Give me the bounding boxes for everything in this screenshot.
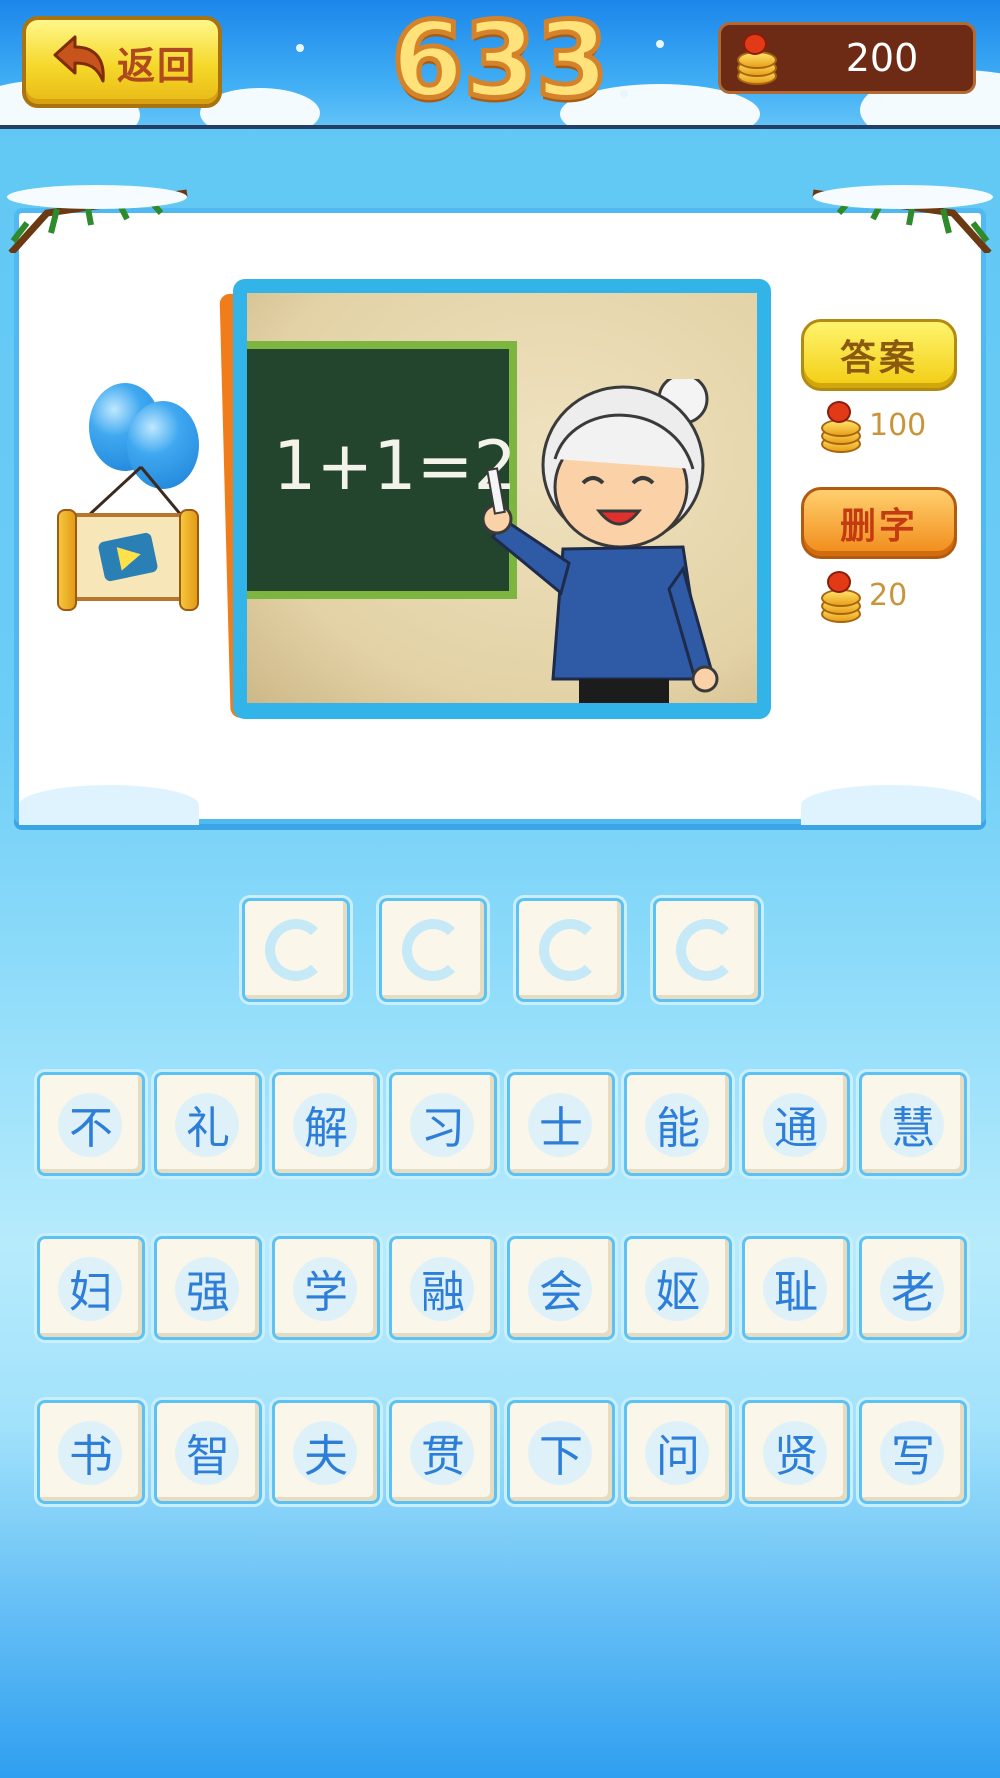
blackboard: 1+1=2 bbox=[247, 341, 517, 599]
character-tile[interactable]: 不 bbox=[37, 1072, 145, 1176]
character-text: 下 bbox=[539, 1431, 583, 1482]
answer-slot-2[interactable] bbox=[379, 898, 487, 1002]
character-text: 妇 bbox=[69, 1267, 113, 1318]
character-tile[interactable]: 耻 bbox=[742, 1236, 850, 1340]
remove-character-label: 删字 bbox=[839, 506, 918, 547]
delete-cost: 20 bbox=[815, 571, 908, 623]
character-tile[interactable]: 夫 bbox=[272, 1400, 380, 1504]
character-tile[interactable]: 下 bbox=[507, 1400, 615, 1504]
empty-slot-icon bbox=[676, 919, 738, 981]
character-text: 写 bbox=[891, 1431, 935, 1482]
coin-stack-icon bbox=[815, 401, 863, 453]
character-tile[interactable]: 贯 bbox=[389, 1400, 497, 1504]
character-text: 慧 bbox=[891, 1103, 935, 1154]
back-button[interactable]: 返回 bbox=[22, 16, 222, 108]
coin-stack-icon bbox=[815, 571, 863, 623]
puzzle-illustration: 1+1=2 bbox=[247, 293, 757, 703]
snowy-branch-right bbox=[812, 185, 993, 253]
character-text: 不 bbox=[69, 1103, 113, 1154]
empty-slot-icon bbox=[402, 919, 464, 981]
character-tile[interactable]: 会 bbox=[507, 1236, 615, 1340]
character-tile[interactable]: 妪 bbox=[624, 1236, 732, 1340]
character-tile[interactable]: 写 bbox=[859, 1400, 967, 1504]
character-text: 耻 bbox=[774, 1267, 818, 1318]
character-text: 问 bbox=[656, 1431, 700, 1482]
character-text: 通 bbox=[774, 1103, 818, 1154]
back-label: 返回 bbox=[116, 43, 197, 88]
answer-cost: 100 bbox=[815, 401, 927, 453]
show-answer-button[interactable]: 答案 bbox=[801, 319, 957, 391]
character-text: 习 bbox=[421, 1103, 465, 1154]
star-decoration bbox=[656, 40, 664, 48]
coin-stack-icon bbox=[731, 33, 779, 85]
character-tile[interactable]: 通 bbox=[742, 1072, 850, 1176]
answer-slot-4[interactable] bbox=[653, 898, 761, 1002]
back-arrow-icon bbox=[53, 35, 105, 83]
grandma-teacher bbox=[483, 379, 719, 703]
character-text: 会 bbox=[539, 1267, 583, 1318]
snowy-branch-left bbox=[7, 185, 188, 253]
star-decoration bbox=[620, 90, 628, 98]
character-text: 士 bbox=[539, 1103, 583, 1154]
puzzle-picture: 1+1=2 bbox=[219, 279, 773, 723]
character-text: 解 bbox=[304, 1103, 348, 1154]
character-tile[interactable]: 能 bbox=[624, 1072, 732, 1176]
character-tile[interactable]: 士 bbox=[507, 1072, 615, 1176]
character-text: 妪 bbox=[656, 1267, 700, 1318]
character-tile[interactable]: 礼 bbox=[154, 1072, 262, 1176]
character-text: 能 bbox=[656, 1103, 700, 1154]
character-text: 强 bbox=[186, 1267, 230, 1318]
character-tile[interactable]: 书 bbox=[37, 1400, 145, 1504]
character-text: 礼 bbox=[186, 1103, 230, 1154]
character-tile[interactable]: 贤 bbox=[742, 1400, 850, 1504]
answer-slot-3[interactable] bbox=[516, 898, 624, 1002]
delete-cost-value: 20 bbox=[869, 577, 908, 613]
character-tile[interactable]: 强 bbox=[154, 1236, 262, 1340]
snow-decoration bbox=[801, 785, 981, 825]
answer-slot-1[interactable] bbox=[242, 898, 350, 1002]
character-text: 书 bbox=[69, 1431, 113, 1482]
character-tile[interactable]: 智 bbox=[154, 1400, 262, 1504]
character-tile[interactable]: 妇 bbox=[37, 1236, 145, 1340]
character-text: 贯 bbox=[421, 1431, 465, 1482]
character-text: 老 bbox=[891, 1267, 935, 1318]
character-tile[interactable]: 慧 bbox=[859, 1072, 967, 1176]
character-text: 学 bbox=[304, 1267, 348, 1318]
star-decoration bbox=[296, 44, 304, 52]
show-answer-label: 答案 bbox=[839, 338, 918, 379]
top-bar: 返回 633 200 bbox=[0, 0, 1000, 129]
question-panel: 1+1=2 答案 100 删字 20 bbox=[7, 185, 993, 825]
character-tile[interactable]: 学 bbox=[272, 1236, 380, 1340]
character-text: 夫 bbox=[304, 1431, 348, 1482]
character-tile[interactable]: 老 bbox=[859, 1236, 967, 1340]
answer-cost-value: 100 bbox=[869, 407, 927, 443]
video-hint-button[interactable] bbox=[57, 383, 211, 623]
empty-slot-icon bbox=[265, 919, 327, 981]
remove-character-button[interactable]: 删字 bbox=[801, 487, 957, 559]
level-number: 633 bbox=[389, 0, 611, 123]
character-text: 贤 bbox=[774, 1431, 818, 1482]
video-scroll-icon bbox=[57, 509, 199, 611]
snow-decoration bbox=[19, 785, 199, 825]
blackboard-text: 1+1=2 bbox=[273, 427, 517, 506]
coin-balance: 200 bbox=[718, 22, 976, 94]
character-tile[interactable]: 融 bbox=[389, 1236, 497, 1340]
character-text: 融 bbox=[421, 1267, 465, 1318]
play-video-icon bbox=[97, 531, 159, 583]
coin-count: 200 bbox=[845, 36, 919, 80]
character-tile[interactable]: 问 bbox=[624, 1400, 732, 1504]
character-tile[interactable]: 习 bbox=[389, 1072, 497, 1176]
character-tile[interactable]: 解 bbox=[272, 1072, 380, 1176]
empty-slot-icon bbox=[539, 919, 601, 981]
character-text: 智 bbox=[186, 1431, 230, 1482]
